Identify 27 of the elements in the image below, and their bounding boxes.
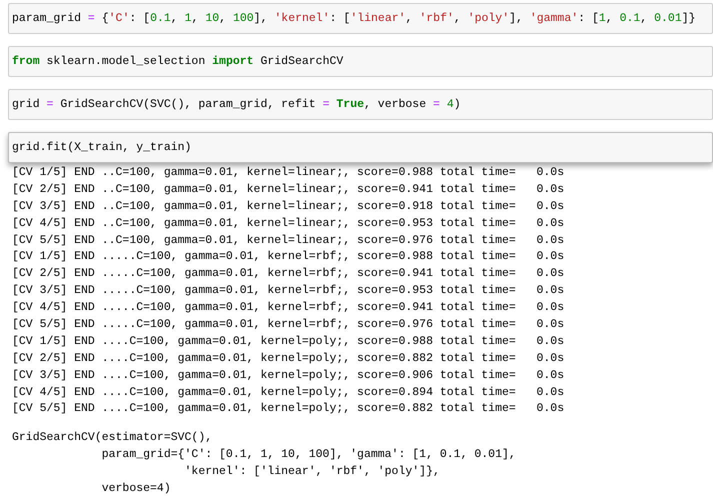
code-line: from sklearn.model_selection import GridSearchCV bbox=[12, 55, 344, 68]
log-line: [CV 1/5] END .....C=100, gamma=0.01, kernel=rbf;, score=0.988 total time= 0.0s bbox=[12, 249, 566, 266]
log-line: [CV 5/5] END ....C=100, gamma=0.01, kernel=poly;, score=0.882 total time= 0.0s bbox=[12, 401, 566, 418]
log-line: [CV 4/5] END ....C=100, gamma=0.01, kernel=poly;, score=0.894 total time= 0.0s bbox=[12, 384, 566, 401]
log-line: [CV 2/5] END ..C=100, gamma=0.01, kernel=linear;, score=0.941 total time= 0.0s bbox=[12, 182, 566, 198]
log-line: [CV 3/5] END ....C=100, gamma=0.01, kernel=poly;, score=0.906 total time= 0.0s bbox=[12, 368, 566, 384]
log-line: [CV 2/5] END ....C=100, gamma=0.01, kernel=poly;, score=0.882 total time= 0.0s bbox=[12, 350, 566, 367]
log-line: [CV 3/5] END .....C=100, gamma=0.01, kernel=rbf;, score=0.953 total time= 0.0s bbox=[12, 283, 566, 300]
log-line: [CV 4/5] END ..C=100, gamma=0.01, kernel=linear;, score=0.953 total time= 0.0s bbox=[12, 216, 566, 232]
log-line: [CV 3/5] END ..C=100, gamma=0.01, kernel=linear;, score=0.918 total time= 0.0s bbox=[12, 198, 566, 215]
log-line: [CV 1/5] END ..C=100, gamma=0.01, kernel=linear;, score=0.988 total time= 0.0s bbox=[12, 165, 566, 181]
result-line: 'kernel': ['linear', 'rbf', 'poly']}, bbox=[184, 464, 441, 480]
result-line: verbose=4) bbox=[100, 481, 172, 498]
code-cell[interactable]: from sklearn.model_selection import GridSearchCV bbox=[8, 46, 713, 77]
code-cell[interactable]: grid.fit(X_train, y_train) bbox=[8, 132, 713, 163]
code-line: param_grid = {'C': [0.1, 1, 10, 100], 'kernel': ['linear', 'rbf', 'poly'], 'gamma': [1, 0.1, 0.01]} bbox=[12, 12, 696, 25]
log-line: [CV 2/5] END .....C=100, gamma=0.01, kernel=rbf;, score=0.941 total time= 0.0s bbox=[12, 266, 566, 282]
log-line: [CV 4/5] END .....C=100, gamma=0.01, kernel=rbf;, score=0.941 total time= 0.0s bbox=[12, 300, 566, 316]
code-cell[interactable]: grid = GridSearchCV(SVC(), param_grid, refit = True, verbose = 4) bbox=[8, 89, 713, 120]
result-line: GridSearchCV(estimator=SVC(), bbox=[12, 430, 214, 446]
code-line: grid.fit(X_train, y_train) bbox=[12, 141, 192, 154]
result-line: param_grid={'C': [0.1, 1, 10, 100], 'gamma': [1, 0.1, 0.01], bbox=[100, 447, 517, 464]
log-line: [CV 1/5] END ....C=100, gamma=0.01, kernel=poly;, score=0.988 total time= 0.0s bbox=[12, 334, 566, 350]
log-line: [CV 5/5] END ..C=100, gamma=0.01, kernel=linear;, score=0.976 total time= 0.0s bbox=[12, 232, 566, 249]
code-cell[interactable]: param_grid = {'C': [0.1, 1, 10, 100], 'kernel': ['linear', 'rbf', 'poly'], 'gamma': [1, 0.1, 0.01]} bbox=[8, 3, 713, 34]
log-line: [CV 5/5] END .....C=100, gamma=0.01, kernel=rbf;, score=0.976 total time= 0.0s bbox=[12, 317, 566, 334]
code-line: grid = GridSearchCV(SVC(), param_grid, refit = True, verbose = 4) bbox=[12, 98, 461, 111]
